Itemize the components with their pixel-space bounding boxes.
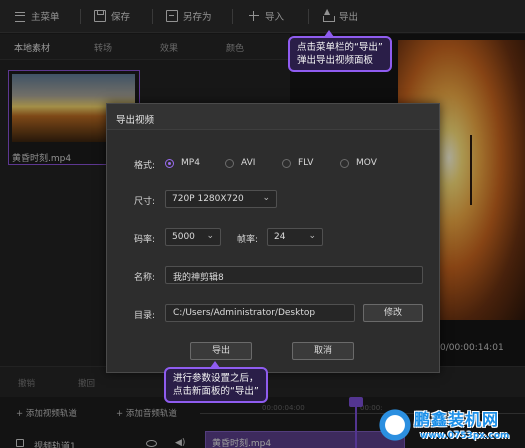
callout-export-menu: 点击菜单栏的“导出” 弹出导出视频面板 [288, 36, 392, 72]
fps-value: 24 [274, 232, 286, 242]
bitrate-value: 5000 [172, 232, 195, 242]
directory-value: C:/Users/Administrator/Desktop [173, 308, 316, 318]
name-value: 我的神剪辑8 [173, 273, 224, 283]
format-label: 格式: [134, 161, 156, 171]
name-input[interactable]: 我的神剪辑8 [165, 266, 423, 284]
size-select[interactable]: 720P 1280X720 ⌄ [165, 190, 277, 208]
format-option-flv[interactable]: FLV [298, 158, 313, 168]
callout-export-dialog: 进行参数设置之后， 点击新面板的“导出” [164, 367, 268, 403]
site-watermark: 鹏鑫装机网 www.0753px.com [376, 404, 525, 448]
callout-text: 弹出导出视频面板 [297, 55, 374, 66]
format-radio-avi[interactable] [225, 159, 234, 168]
callout-text: 点击新面板的“导出” [173, 386, 259, 397]
watermark-title: 鹏鑫装机网 [414, 410, 500, 429]
format-option-mov[interactable]: MOV [356, 158, 377, 168]
chevron-down-icon: ⌄ [308, 231, 316, 241]
cancel-button[interactable]: 取消 [292, 342, 354, 360]
size-label: 尺寸: [134, 197, 156, 207]
callout-text: 进行参数设置之后， [173, 373, 259, 384]
watermark-url: www.0753px.com [420, 431, 510, 441]
export-dialog: 导出视频 格式: MP4 AVI FLV MOV 尺寸: 720P 1280X7… [106, 103, 440, 373]
callout-text: 点击菜单栏的“导出” [297, 42, 383, 53]
fps-label: 帧率: [237, 235, 259, 245]
format-radio-mov[interactable] [340, 159, 349, 168]
modify-directory-button[interactable]: 修改 [363, 304, 423, 322]
export-confirm-button[interactable]: 导出 [190, 342, 252, 360]
fps-select[interactable]: 24 ⌄ [267, 228, 323, 246]
dialog-titlebar: 导出视频 [107, 104, 439, 130]
directory-label: 目录: [134, 311, 156, 321]
dialog-title: 导出视频 [116, 115, 155, 126]
size-value: 720P 1280X720 [172, 194, 244, 204]
chevron-down-icon: ⌄ [262, 193, 270, 203]
watermark-logo-icon [378, 406, 412, 444]
format-radio-mp4[interactable] [165, 159, 174, 168]
chevron-down-icon: ⌄ [206, 231, 214, 241]
format-option-avi[interactable]: AVI [241, 158, 255, 168]
directory-input[interactable]: C:/Users/Administrator/Desktop [165, 304, 355, 322]
name-label: 名称: [134, 273, 156, 283]
format-option-mp4[interactable]: MP4 [181, 158, 200, 168]
bitrate-select[interactable]: 5000 ⌄ [165, 228, 221, 246]
format-radio-flv[interactable] [282, 159, 291, 168]
bitrate-label: 码率: [134, 235, 156, 245]
